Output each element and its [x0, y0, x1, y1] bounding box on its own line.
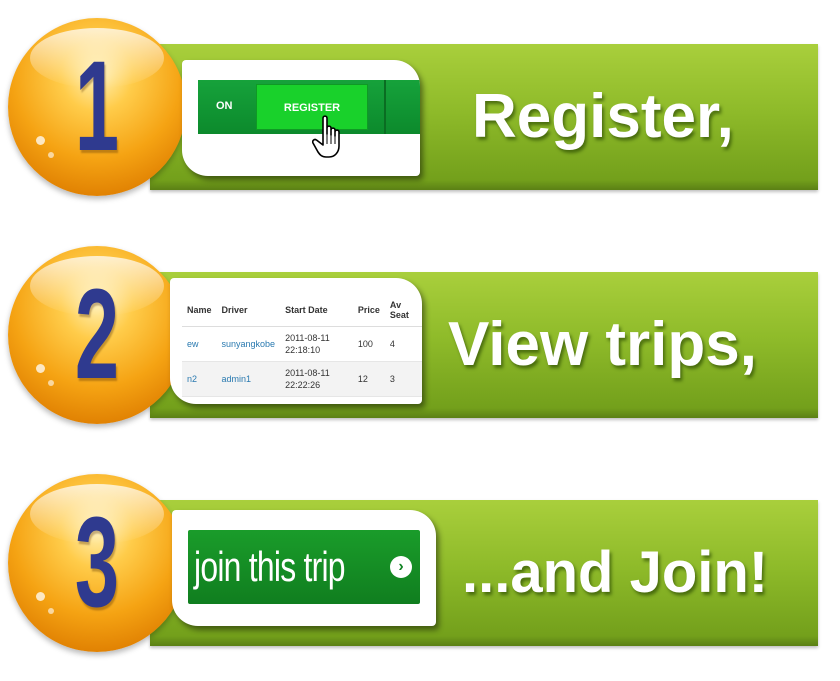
nav-divider [384, 80, 386, 134]
column-header: Av Seat [384, 294, 422, 327]
trips-table: Name Driver Start Date Price Av Seat ew … [182, 294, 422, 397]
step-number: 1 [74, 35, 120, 178]
nav-item-partial[interactable]: ON [216, 100, 233, 112]
price-cell: 100 [352, 326, 385, 362]
price-cell: 12 [352, 361, 385, 397]
table-row: ew sunyangkobe 2011-08-11 22:18:10 100 4 [182, 326, 422, 362]
table-row: n2 admin1 2011-08-11 22:22:26 12 3 [182, 361, 422, 397]
trip-name-link[interactable]: n2 [182, 361, 217, 397]
step-label: View trips, [448, 310, 757, 379]
driver-link[interactable]: admin1 [216, 361, 281, 397]
join-snippet-card: join this trip › [172, 510, 436, 626]
register-snippet-card: ON REGISTER [182, 60, 420, 176]
column-header: Start Date [280, 294, 353, 327]
column-header: Driver [216, 294, 281, 327]
start-date-cell: 2011-08-11 22:22:26 [280, 361, 353, 397]
step-view-trips: 2 Name Driver Start Date Price Av Seat e… [0, 238, 840, 438]
trips-table-snippet-card: Name Driver Start Date Price Av Seat ew … [170, 278, 422, 404]
nav-bar: ON REGISTER [198, 80, 420, 134]
step-register: 1 ON REGISTER Register, [0, 10, 840, 210]
trip-name-link[interactable]: ew [182, 326, 217, 362]
step-number-badge: 3 [8, 474, 186, 652]
start-date-cell: 2011-08-11 22:18:10 [280, 326, 353, 362]
step-label: Register, [472, 82, 734, 151]
column-header: Name [182, 294, 217, 327]
step-number: 2 [74, 263, 120, 406]
step-number-badge: 1 [8, 18, 186, 196]
hand-pointer-icon [312, 115, 340, 158]
column-header: Price [352, 294, 385, 327]
table-header-row: Name Driver Start Date Price Av Seat [182, 294, 422, 327]
step-join: 3 join this trip › ...and Join! [0, 466, 840, 666]
step-label: ...and Join! [462, 540, 769, 605]
driver-link[interactable]: sunyangkobe [216, 326, 281, 362]
chevron-right-circle-icon: › [390, 556, 412, 578]
step-number-badge: 2 [8, 246, 186, 424]
seats-cell: 4 [384, 326, 422, 362]
join-trip-label: join this trip [194, 543, 346, 590]
seats-cell: 3 [384, 361, 422, 397]
step-number: 3 [74, 491, 120, 634]
join-trip-button[interactable]: join this trip › [188, 530, 420, 604]
